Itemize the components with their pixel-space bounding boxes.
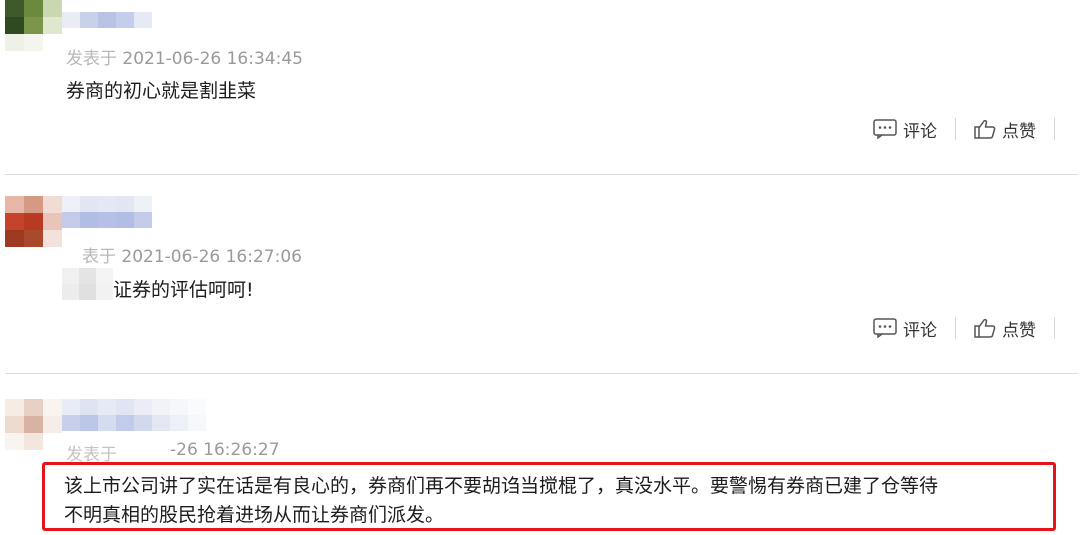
meta-prefix: 发表于 xyxy=(66,49,117,69)
timestamp: 2021-06-26 16:27:06 xyxy=(121,247,302,267)
timestamp: 2021-06-26 16:34:45 xyxy=(122,49,303,69)
timestamp: -26 16:26:27 xyxy=(170,440,280,460)
comment-label: 评论 xyxy=(903,121,937,142)
comment-item: 发表于 2021-06-26 16:34:45 券商的初心就是割韭菜 评论 点赞 xyxy=(0,0,1080,175)
comment-text: 证券的评估呵呵! xyxy=(113,279,254,301)
username-blurred[interactable] xyxy=(62,399,206,431)
divider xyxy=(5,373,1078,374)
avatar[interactable] xyxy=(5,399,62,450)
comment-meta: -26 16:26:27 xyxy=(170,440,280,460)
thumbs-up-icon xyxy=(974,119,996,139)
like-button[interactable]: 点赞 xyxy=(956,316,1054,341)
avatar[interactable] xyxy=(5,196,62,247)
like-button[interactable]: 点赞 xyxy=(956,117,1054,142)
comment-text: 券商的初心就是割韭菜 xyxy=(66,80,257,102)
comment-actions: 评论 点赞 xyxy=(855,114,1055,144)
meta-prefix: 表于 xyxy=(82,247,116,267)
like-label: 点赞 xyxy=(1002,121,1036,142)
separator xyxy=(1054,118,1055,140)
comment-text-line-1: 该上市公司讲了实在话是有良心的，券商们再不要胡诌当搅棍了，真没水平。要警惕有券商… xyxy=(64,475,939,497)
avatar[interactable] xyxy=(5,0,62,51)
comment-icon xyxy=(873,119,897,139)
comment-button[interactable]: 评论 xyxy=(855,316,955,341)
comment-actions: 评论 点赞 xyxy=(855,313,1055,343)
comment-icon xyxy=(873,318,897,338)
username-blurred[interactable] xyxy=(62,12,152,28)
comment-text-line-2: 不明真相的股民抢着进场从而让券商们派发。 xyxy=(64,504,445,526)
comment-meta: 表于 2021-06-26 16:27:06 xyxy=(82,242,302,267)
comment-item: 表于 2021-06-26 16:27:06 证券的评估呵呵! 评论 点赞 xyxy=(0,176,1080,374)
separator xyxy=(1054,317,1055,339)
comment-meta: 发表于 2021-06-26 16:34:45 xyxy=(66,44,303,69)
comment-label: 评论 xyxy=(903,320,937,341)
username-blurred[interactable] xyxy=(62,196,152,228)
text-mosaic xyxy=(62,268,113,300)
divider xyxy=(5,174,1078,175)
comment-button[interactable]: 评论 xyxy=(855,117,955,142)
like-label: 点赞 xyxy=(1002,320,1036,341)
thumbs-up-icon xyxy=(974,318,996,338)
